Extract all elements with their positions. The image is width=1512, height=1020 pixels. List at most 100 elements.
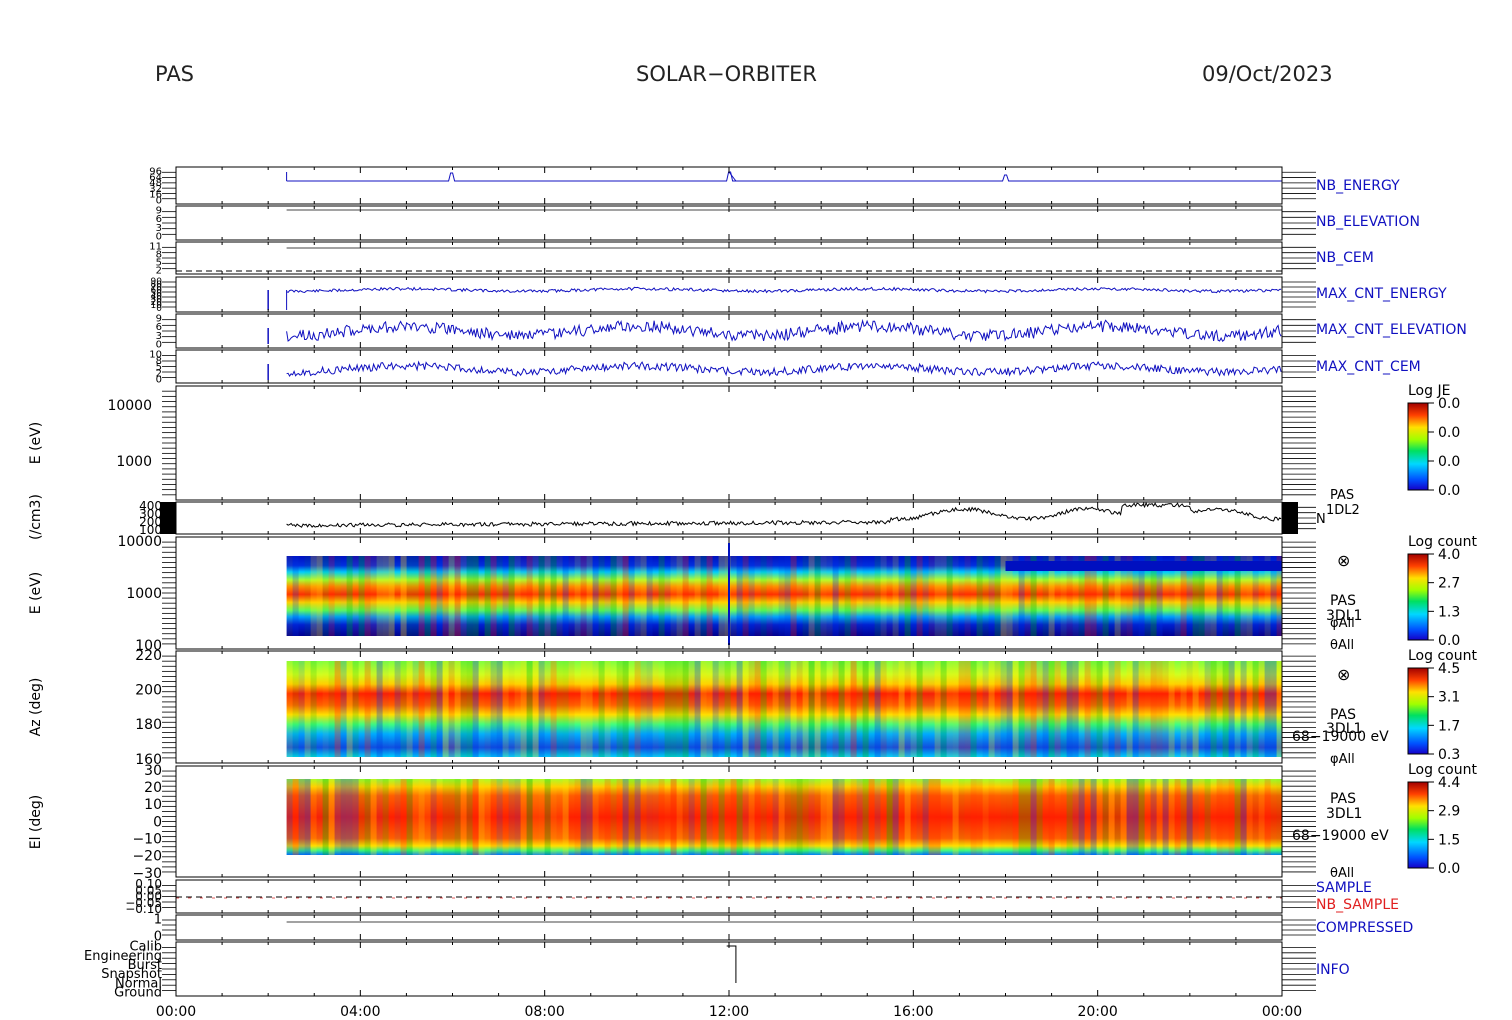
- energy-spectrogram-stripe: [334, 556, 341, 636]
- azimuth-spectrogram-stripe: [646, 661, 653, 757]
- azimuth-spectrogram-stripe: [1240, 661, 1247, 757]
- azimuth-spectrogram-stripe: [1072, 661, 1079, 757]
- elevation-spectrogram-stripe: [340, 779, 347, 855]
- elevation-spectrogram-stripe: [641, 779, 647, 855]
- colorbar-tick-label: 2.7: [1438, 576, 1460, 592]
- azimuth-spectrogram-stripe: [340, 661, 347, 757]
- elevation-spectrogram-stripe: [1211, 779, 1217, 855]
- azimuth-spectrogram-stripe: [952, 661, 959, 757]
- status-panel-label: MAX_CNT_ELEVATION: [1316, 322, 1467, 338]
- spectrogram-side-label: φAll: [1330, 616, 1355, 631]
- energy-spectrogram-stripe: [448, 556, 455, 636]
- azimuth-spectrogram-stripe: [586, 661, 593, 757]
- azimuth-spectrogram-stripe: [1012, 661, 1019, 757]
- elevation-spectrogram-stripe: [730, 779, 737, 855]
- azimuth-spectrogram-stripe: [688, 661, 695, 757]
- elevation-spectrogram-stripe: [1204, 779, 1211, 855]
- azimuth-spectrogram-stripe: [1156, 661, 1163, 757]
- azimuth-spectrogram-stripe: [820, 661, 827, 757]
- azimuth-spectrogram-stripe: [670, 661, 677, 757]
- azimuth-spectrogram-stripe: [508, 661, 515, 757]
- energy-spectrogram-stripe: [538, 556, 545, 636]
- elevation-spectrogram-stripe: [1066, 779, 1073, 855]
- azimuth-spectrogram-stripe: [892, 661, 899, 757]
- azimuth-spectrogram-stripe: [1048, 661, 1055, 757]
- azimuth-spectrogram-stripe: [418, 661, 425, 757]
- elevation-spectrogram-stripe: [454, 779, 461, 855]
- azimuth-spectrogram-stripe: [694, 661, 701, 757]
- energy-spectrogram-stripe: [988, 556, 995, 636]
- elevation-spectrogram-stripe: [1145, 779, 1151, 855]
- colorbar-tick-label: 1.3: [1438, 604, 1460, 620]
- azimuth-spectrogram-stripe: [778, 661, 785, 757]
- energy-spectrogram-stripe: [304, 556, 311, 636]
- density-label: PAS: [1330, 488, 1354, 503]
- elevation-spectrogram-stripe: [484, 779, 491, 855]
- colorbar-tick-label: 3.1: [1438, 690, 1460, 706]
- elevation-spectrogram-y-tick-label: 20: [144, 780, 162, 796]
- azimuth-spectrogram-stripe: [814, 661, 821, 757]
- azimuth-spectrogram-stripe: [856, 661, 863, 757]
- energy-spectrogram-stripe: [412, 556, 419, 636]
- elevation-spectrogram-stripe: [1024, 779, 1031, 855]
- elevation-spectrogram-stripe: [586, 779, 593, 855]
- energy-spectrogram-stripe: [886, 556, 893, 636]
- spectrogram-side-label: 3DL1: [1326, 806, 1362, 822]
- energy-spectrogram-stripe: [808, 556, 815, 636]
- azimuth-spectrogram-stripe: [1096, 661, 1103, 757]
- azimuth-spectrogram-stripe: [1066, 661, 1073, 757]
- elevation-spectrogram-stripe: [892, 779, 899, 855]
- elevation-spectrogram-stripe: [389, 779, 395, 855]
- elevation-spectrogram-stripe: [748, 779, 755, 855]
- azimuth-spectrogram-stripe: [592, 661, 599, 757]
- energy-spectrogram-stripe: [976, 556, 983, 636]
- azimuth-spectrogram-stripe: [611, 661, 617, 757]
- elevation-spectrogram-stripe: [298, 779, 305, 855]
- elevation-spectrogram-stripe: [1168, 779, 1175, 855]
- elevation-spectrogram-stripe: [328, 779, 335, 855]
- energy-spectrogram-stripe: [857, 556, 863, 636]
- elevation-spectrogram-stripe: [352, 779, 359, 855]
- elevation-spectrogram-stripe: [1018, 779, 1025, 855]
- elevation-spectrogram-stripe: [1036, 779, 1043, 855]
- energy-spectrogram-stripe: [796, 556, 803, 636]
- info-y-tick-label: Ground: [114, 986, 162, 1001]
- elevation-spectrogram-stripe: [514, 779, 521, 855]
- elevation-spectrogram-stripe: [1078, 779, 1085, 855]
- azimuth-spectrogram-stripe: [538, 661, 545, 757]
- elevation-spectrogram-stripe: [550, 779, 557, 855]
- azimuth-spectrogram-stripe: [736, 661, 743, 757]
- elevation-spectrogram-stripe: [1084, 779, 1091, 855]
- energy-spectrogram-stripe: [592, 556, 599, 636]
- elevation-spectrogram-stripe: [718, 779, 725, 855]
- colorbar-tick-label: 0.0: [1438, 483, 1460, 499]
- azimuth-spectrogram-stripe: [916, 661, 923, 757]
- status-panel-label: MAX_CNT_CEM: [1316, 359, 1421, 375]
- azimuth-spectrogram-stripe: [334, 661, 341, 757]
- elevation-spectrogram-stripe: [418, 779, 425, 855]
- elevation-spectrogram-stripe: [346, 779, 353, 855]
- azimuth-spectrogram-stripe: [328, 661, 335, 757]
- elevation-spectrogram-stripe: [580, 779, 587, 855]
- energy-spectrogram-stripe: [442, 556, 449, 636]
- azimuth-spectrogram-stripe: [1114, 661, 1121, 757]
- density-y-axis-label: (/cm3): [28, 494, 44, 540]
- elevation-spectrogram-stripe: [1042, 779, 1049, 855]
- elevation-spectrogram-stripe: [988, 779, 995, 855]
- elevation-spectrogram-stripe: [1258, 779, 1265, 855]
- elevation-spectrogram-stripe: [364, 779, 371, 855]
- elevation-spectrogram-stripe: [1162, 779, 1169, 855]
- azimuth-spectrogram-stripe: [544, 661, 551, 757]
- elevation-spectrogram-stripe: [502, 779, 509, 855]
- elevation-spectrogram-stripe: [1228, 779, 1235, 855]
- elevation-spectrogram-stripe: [556, 779, 563, 855]
- azimuth-spectrogram-stripe: [430, 661, 437, 757]
- elevation-spectrogram-stripe: [754, 779, 761, 855]
- je-y-tick-label: 10000: [107, 398, 152, 414]
- energy-spectrogram-stripe: [718, 556, 725, 636]
- energy-spectrogram-stripe: [676, 556, 683, 636]
- energy-spectrogram-stripe: [292, 556, 299, 636]
- status-panel-label: NB_ENERGY: [1316, 178, 1400, 194]
- elevation-spectrogram-stripe: [1240, 779, 1247, 855]
- azimuth-spectrogram-stripe: [838, 661, 845, 757]
